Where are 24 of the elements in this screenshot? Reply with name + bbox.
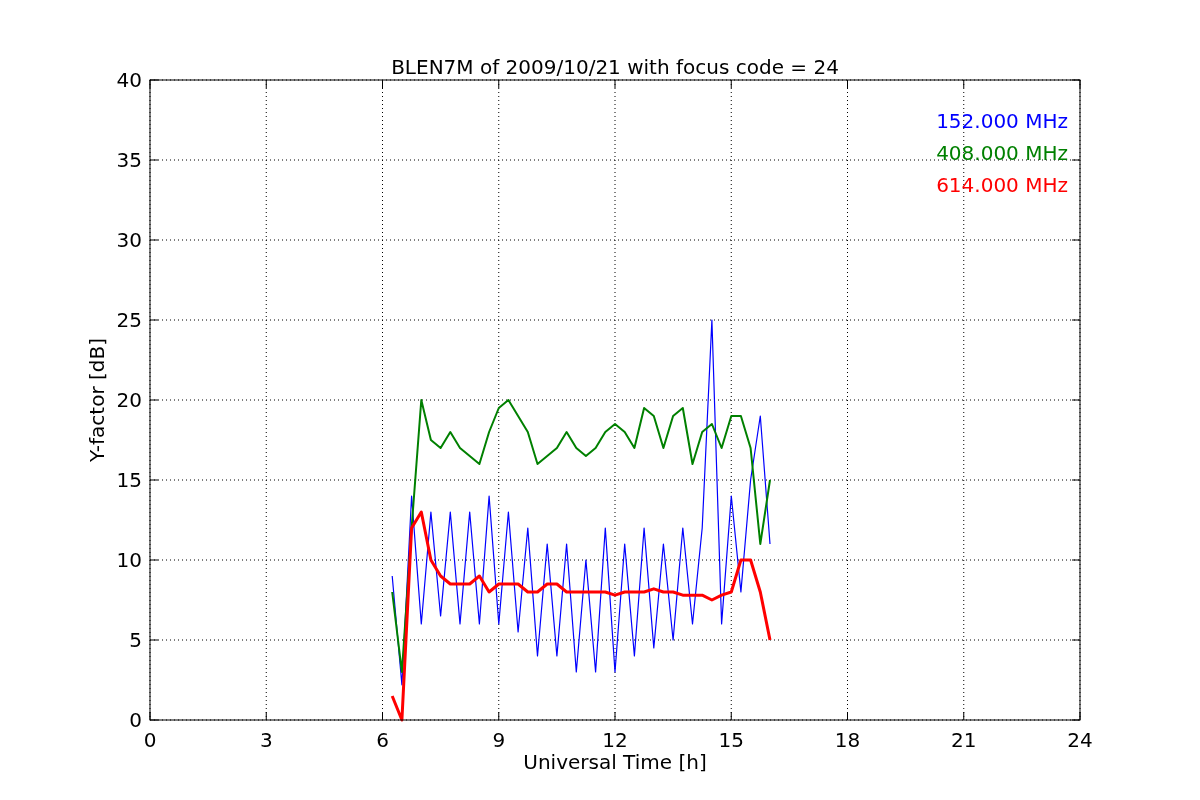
tick-label: 18 xyxy=(834,728,861,752)
tick-label: 0 xyxy=(143,728,157,752)
tick-label: 9 xyxy=(492,728,506,752)
tick-label: 12 xyxy=(602,728,628,752)
tick-label: 5 xyxy=(129,628,142,652)
tick-label: 10 xyxy=(116,548,142,572)
tick-label: 20 xyxy=(116,388,142,412)
tick-label: 35 xyxy=(116,148,142,172)
legend-label: 614.000 MHz xyxy=(936,173,1068,197)
legend-label: 408.000 MHz xyxy=(936,141,1068,165)
tick-label: 24 xyxy=(1067,728,1093,752)
tick-label: 15 xyxy=(116,468,142,492)
tick-label: 40 xyxy=(116,68,142,92)
tick-label: 25 xyxy=(116,308,142,332)
axis-title: Universal Time [h] xyxy=(523,750,707,774)
tick-label: 3 xyxy=(259,728,273,752)
tick-label: 15 xyxy=(718,728,744,752)
axis-title: Y-factor [dB] xyxy=(85,338,109,462)
tick-label: 0 xyxy=(129,708,142,732)
chart-title: BLEN7M of 2009/10/21 with focus code = 24 xyxy=(391,55,839,79)
legend-label: 152.000 MHz xyxy=(936,109,1068,133)
tick-label: 30 xyxy=(116,228,142,252)
tick-label: 6 xyxy=(376,728,389,752)
tick-label: 21 xyxy=(951,728,977,752)
